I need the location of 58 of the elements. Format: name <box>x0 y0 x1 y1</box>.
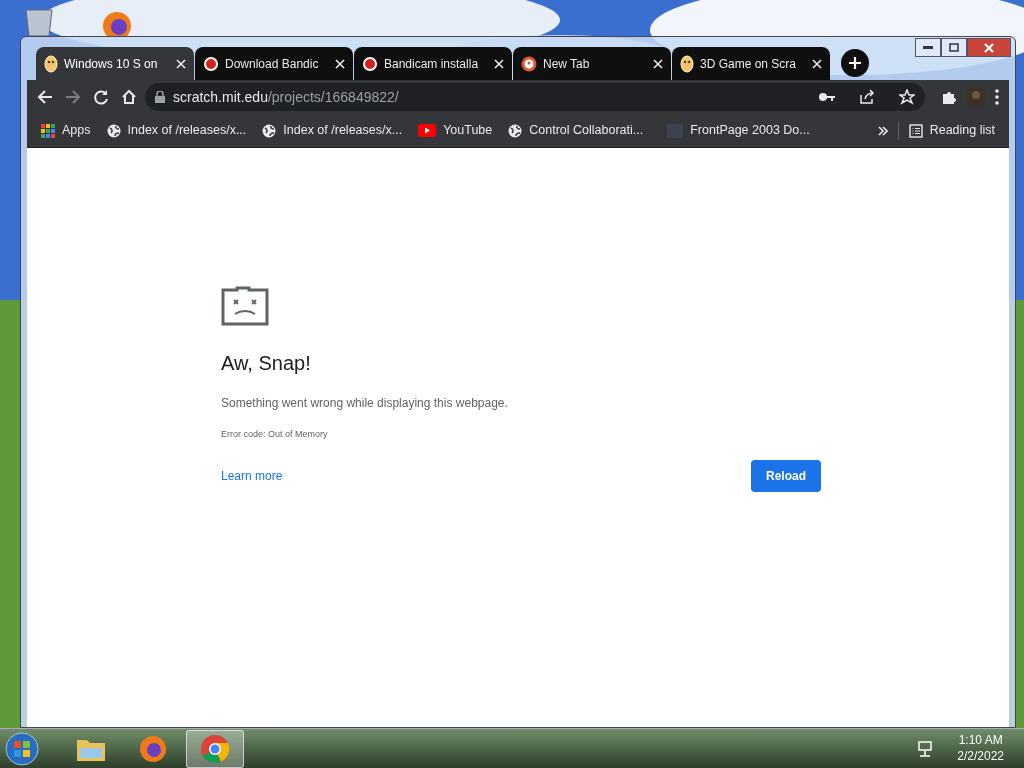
close-tab-icon[interactable] <box>335 58 345 69</box>
reload-icon[interactable] <box>93 89 109 105</box>
close-tab-icon[interactable] <box>176 58 186 69</box>
url-text: scratch.mit.edu/projects/166849822/ <box>173 87 399 107</box>
globe-icon <box>508 123 523 138</box>
learn-more-link[interactable]: Learn more <box>221 466 283 485</box>
back-icon[interactable] <box>37 89 53 105</box>
cat-face-icon <box>680 54 694 73</box>
bookmark-link[interactable]: Control Collaborati... <box>502 118 650 143</box>
globe-icon <box>106 123 121 138</box>
bookmark-link[interactable]: Apps <box>35 118 97 143</box>
chevron-icon[interactable] <box>877 125 888 136</box>
star-icon[interactable] <box>899 89 915 105</box>
reading-list-button[interactable]: Reading list <box>902 118 1001 143</box>
close-tab-icon[interactable] <box>812 58 822 69</box>
globe-icon <box>262 123 277 138</box>
close-tab-icon[interactable] <box>653 58 663 69</box>
browser-tab[interactable]: Bandicam installa <box>354 47 512 80</box>
error-code: Error code: Out of Memory <box>221 428 329 441</box>
record-icon <box>203 55 219 72</box>
close-button[interactable] <box>967 38 1011 57</box>
clock-date[interactable]: 2/2/2022 <box>957 748 1004 765</box>
maximize-button[interactable] <box>941 38 967 57</box>
key-icon[interactable] <box>819 92 835 102</box>
cat-face-icon <box>44 54 58 73</box>
new-tab-button[interactable] <box>841 49 869 77</box>
bookmark-link[interactable]: YouTube <box>412 118 499 143</box>
share-icon[interactable] <box>859 89 875 105</box>
lock-icon <box>155 91 165 103</box>
browser-tab[interactable]: 3D Game on Scra <box>672 47 830 80</box>
browser-tab[interactable]: Windows 10 S on <box>36 47 194 80</box>
puzzle-icon[interactable] <box>941 89 957 105</box>
close-tab-icon[interactable] <box>494 58 504 69</box>
close-icon <box>984 42 994 53</box>
error-title: Aw, Snap! <box>221 351 312 376</box>
start-button[interactable] <box>4 730 40 767</box>
sad-folder-icon <box>221 286 269 326</box>
record-icon <box>362 55 378 72</box>
browser-tab[interactable]: New Tab <box>513 47 671 80</box>
minimize-button[interactable] <box>915 38 941 57</box>
bookmark-link[interactable]: FrontPage 2003 Do... <box>661 118 816 143</box>
error-message: Something went wrong while displaying this webpage. <box>221 395 509 412</box>
list-icon <box>908 123 923 138</box>
clock-time[interactable]: 1:10 AM <box>957 732 1004 749</box>
menu-icon[interactable] <box>995 89 999 105</box>
home-icon[interactable] <box>121 89 137 105</box>
apps-grid-icon <box>41 123 55 138</box>
bookmark-link[interactable]: Index of /releases/x... <box>100 118 253 143</box>
address-bar[interactable]: scratch.mit.edu/projects/166849822/ <box>145 83 925 111</box>
plus-icon <box>848 56 862 70</box>
reload-button[interactable]: Reload <box>751 459 821 492</box>
minimize-icon <box>923 45 933 50</box>
forward-icon[interactable] <box>65 89 81 105</box>
bookmark-link[interactable]: Index of /releases/x... <box>256 118 409 143</box>
play-icon <box>418 124 437 137</box>
chrome-icon[interactable] <box>186 729 244 768</box>
maximize-icon <box>949 43 959 52</box>
browser-tab[interactable]: Download Bandic <box>195 47 353 80</box>
